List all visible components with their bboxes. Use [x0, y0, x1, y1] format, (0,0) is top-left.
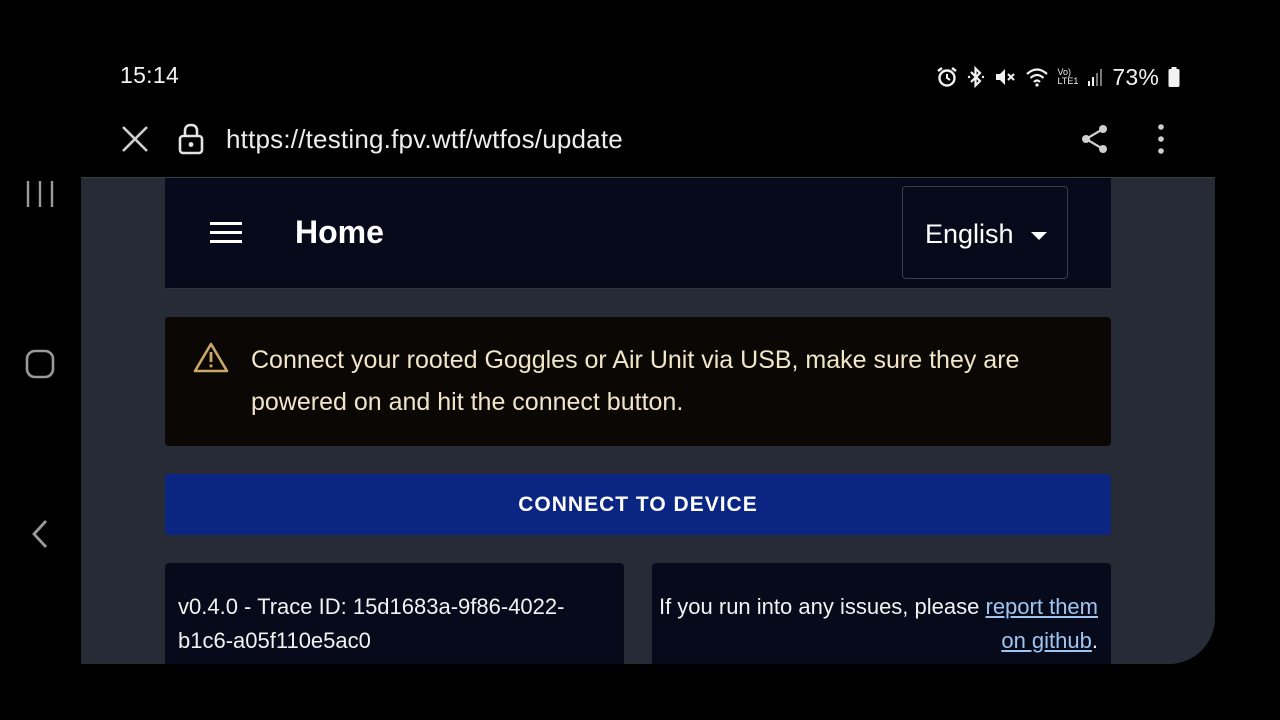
status-icons: Vo) LTE1 73%: [936, 62, 1180, 92]
issues-prefix: If you run into any issues, please: [658, 594, 980, 619]
language-select[interactable]: English: [902, 186, 1068, 279]
report-github-link[interactable]: report them on github: [986, 594, 1099, 653]
page-title: Home: [295, 214, 384, 250]
language-value: English: [925, 219, 1014, 249]
issues-text: If you run into any issues, please repor…: [658, 590, 1098, 658]
wifi-icon: [1025, 68, 1048, 87]
warning-icon: [193, 342, 229, 373]
browser-toolbar: https://testing.fpv.wtf/wtfos/update: [110, 112, 1210, 166]
connect-to-device-button[interactable]: CONNECT TO DEVICE: [165, 474, 1111, 535]
close-icon[interactable]: [118, 122, 152, 156]
network-type: Vo) LTE1: [1057, 67, 1079, 86]
version-trace-id: v0.4.0 - Trace ID: 15d1683a-9f86-4022-b1…: [178, 594, 565, 653]
share-icon[interactable]: [1078, 122, 1112, 156]
web-viewport: Home English Connect your rooted Goggles…: [81, 177, 1215, 664]
issues-suffix: .: [1091, 628, 1098, 653]
warning-alert: Connect your rooted Goggles or Air Unit …: [165, 317, 1111, 446]
mute-icon: [995, 69, 1015, 85]
signal-icon: [1088, 69, 1103, 86]
caret-down-icon: [1031, 232, 1047, 240]
home-icon[interactable]: [22, 346, 58, 382]
more-vert-icon[interactable]: [1146, 122, 1176, 156]
version-card: v0.4.0 - Trace ID: 15d1683a-9f86-4022-b1…: [165, 563, 624, 664]
alert-message: Connect your rooted Goggles or Air Unit …: [251, 346, 1020, 416]
back-icon[interactable]: [28, 516, 54, 552]
battery-icon: [1168, 67, 1180, 87]
url-text[interactable]: https://testing.fpv.wtf/wtfos/update: [226, 124, 623, 155]
issues-card: If you run into any issues, please repor…: [652, 563, 1111, 664]
status-time: 15:14: [120, 62, 180, 88]
battery-percent: 73%: [1112, 63, 1159, 90]
app-bar: Home English: [165, 178, 1111, 289]
lock-icon[interactable]: [176, 122, 206, 156]
alarm-icon: [936, 67, 957, 87]
recents-icon[interactable]: [22, 176, 58, 212]
menu-icon[interactable]: [209, 220, 243, 246]
bluetooth-icon: [967, 66, 984, 88]
